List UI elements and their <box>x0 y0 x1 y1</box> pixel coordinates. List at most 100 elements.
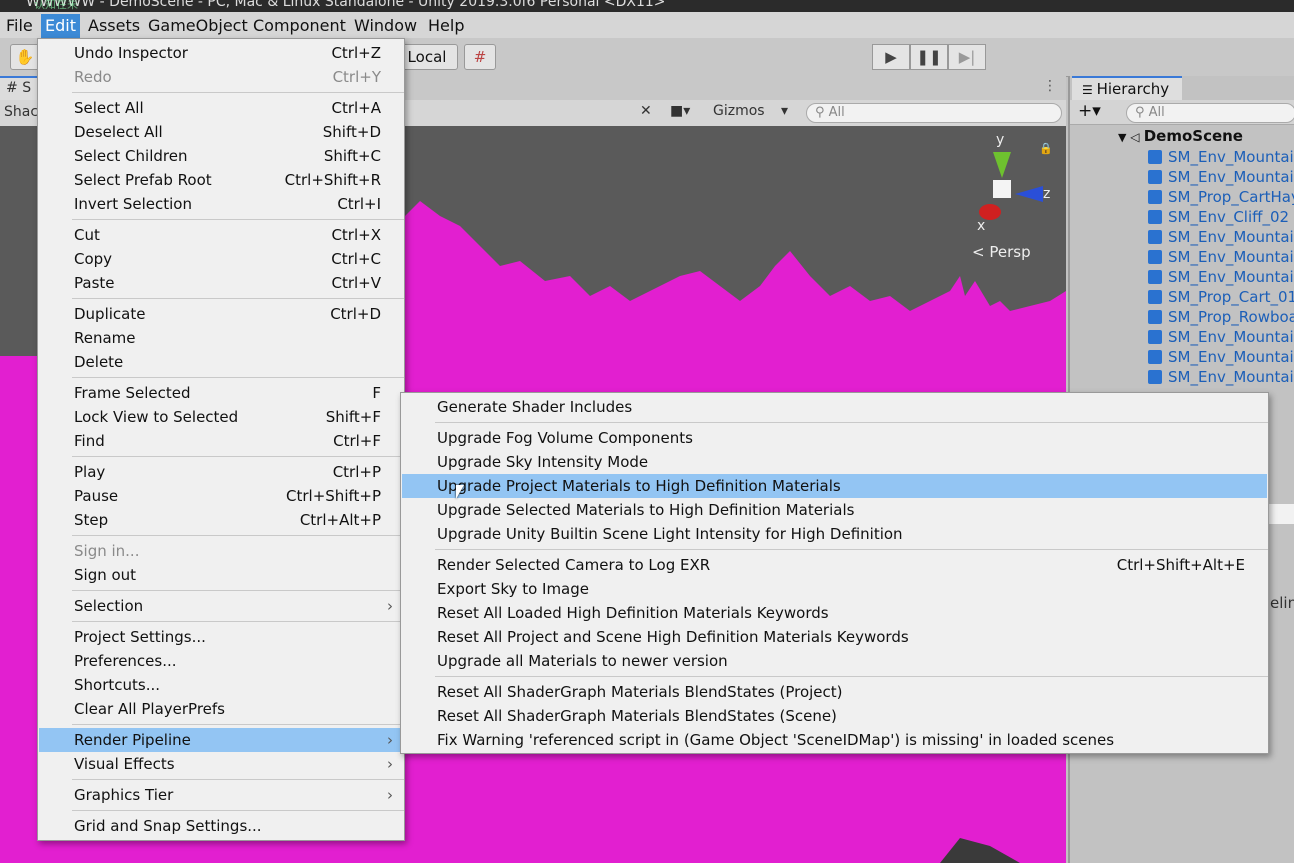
menu-item-upgrade-sky[interactable]: Upgrade Sky Intensity Mode <box>402 450 1267 474</box>
menu-window[interactable]: Window <box>354 16 417 35</box>
menu-item-upgrade-light-intensity[interactable]: Upgrade Unity Builtin Scene Light Intens… <box>402 522 1267 546</box>
menu-item-delete[interactable]: Delete <box>39 350 403 374</box>
menu-item-copy[interactable]: Copy Ctrl+C <box>39 247 403 271</box>
list-item[interactable]: SM_Prop_Cart_01 <box>1148 288 1294 308</box>
cube-icon <box>1148 190 1162 204</box>
menu-item-grid-snap-settings[interactable]: Grid and Snap Settings... <box>39 814 403 838</box>
menu-separator <box>72 219 404 220</box>
menu-assets[interactable]: Assets <box>88 16 140 35</box>
menu-item-cut[interactable]: Cut Ctrl+X <box>39 223 403 247</box>
menu-item-reset-loaded-keywords[interactable]: Reset All Loaded High Definition Materia… <box>402 601 1267 625</box>
list-item[interactable]: SM_Env_Mountain <box>1148 248 1294 268</box>
menu-item-selection[interactable]: Selection › <box>39 594 403 618</box>
menu-item-pause[interactable]: Pause Ctrl+Shift+P <box>39 484 403 508</box>
list-item[interactable]: SM_Env_Cliff_02 <box>1148 208 1289 228</box>
menu-item-invert-selection[interactable]: Invert Selection Ctrl+I <box>39 192 403 216</box>
snap-button[interactable]: # <box>464 44 496 70</box>
menu-item-undo-inspector[interactable]: Undo Inspector Ctrl+Z <box>39 41 403 65</box>
list-item[interactable]: SM_Env_Mountain <box>1148 348 1294 368</box>
menu-item-paste[interactable]: Paste Ctrl+V <box>39 271 403 295</box>
menu-item-render-camera-exr[interactable]: Render Selected Camera to Log EXR Ctrl+Sh… <box>402 553 1267 577</box>
menu-help[interactable]: Help <box>428 16 464 35</box>
list-item-label: SM_Env_Mountain <box>1168 268 1294 286</box>
menu-item-reset-blendstates-project[interactable]: Reset All ShaderGraph Materials BlendSta… <box>402 680 1267 704</box>
center-cube-icon[interactable] <box>993 180 1011 198</box>
cube-icon <box>1148 370 1162 384</box>
camera-icon[interactable]: ■▾ <box>670 103 690 119</box>
gizmos-dropdown[interactable]: Gizmos <box>713 103 765 119</box>
hierarchy-search-input[interactable]: ⚲ All <box>1126 103 1294 123</box>
menu-item-upgrade-all-materials[interactable]: Upgrade all Materials to newer version <box>402 649 1267 673</box>
list-item[interactable]: SM_Env_Mountain <box>1148 148 1294 168</box>
x-axis-cone-icon[interactable] <box>979 204 1001 220</box>
menu-item-reset-project-keywords[interactable]: Reset All Project and Scene High Definit… <box>402 625 1267 649</box>
menu-item-deselect-all[interactable]: Deselect All Shift+D <box>39 120 403 144</box>
orientation-gizmo[interactable]: y z x 🔒 <box>965 132 1055 234</box>
list-item[interactable]: SM_Env_Mountain <box>1148 268 1294 288</box>
chevron-down-icon[interactable]: ▾ <box>781 103 788 119</box>
menu-item-upgrade-selected-materials[interactable]: Upgrade Selected Materials to High Defin… <box>402 498 1267 522</box>
list-item[interactable]: SM_Env_Mountain <box>1148 228 1294 248</box>
menu-separator <box>72 456 404 457</box>
play-button[interactable]: ▶ <box>872 44 910 70</box>
window-title: WWWWW - DemoScene - PC, Mac & Linux Stan… <box>26 0 666 10</box>
hand-tool-button[interactable]: ✋ <box>10 44 40 70</box>
menu-item-fix-warning[interactable]: Fix Warning 'referenced script in (Game … <box>402 728 1267 752</box>
y-axis-cone-icon[interactable] <box>993 152 1011 178</box>
menu-item-select-all[interactable]: Select All Ctrl+A <box>39 96 403 120</box>
menu-item-generate-shader-includes[interactable]: Generate Shader Includes <box>402 395 1267 419</box>
tab-scene[interactable]: # S <box>0 76 40 100</box>
pause-button[interactable]: ❚❚ <box>910 44 948 70</box>
menu-item-step[interactable]: Step Ctrl+Alt+P <box>39 508 403 532</box>
hierarchy-root[interactable]: ▼ ◁ DemoScene <box>1118 127 1243 145</box>
hierarchy-search-placeholder: All <box>1148 105 1165 120</box>
menu-item-duplicate[interactable]: Duplicate Ctrl+D <box>39 302 403 326</box>
menu-item-rename[interactable]: Rename <box>39 326 403 350</box>
partial-label: eline <box>1270 594 1294 612</box>
menu-separator <box>72 724 404 725</box>
pivot-rotation-button[interactable]: Local <box>396 44 458 70</box>
menu-item-play[interactable]: Play Ctrl+P <box>39 460 403 484</box>
menu-edit[interactable]: Edit <box>41 14 80 38</box>
menu-item-graphics-tier[interactable]: Graphics Tier › <box>39 783 403 807</box>
menu-item-sign-out[interactable]: Sign out <box>39 563 403 587</box>
scene-search-input[interactable]: ⚲ All <box>806 103 1062 123</box>
list-item-label: SM_Env_Mountain <box>1168 148 1294 166</box>
menu-component[interactable]: Component <box>253 16 346 35</box>
list-item[interactable]: SM_Env_Mountain <box>1148 168 1294 188</box>
lock-icon[interactable]: 🔒 <box>1039 142 1053 155</box>
projection-label[interactable]: < Persp <box>972 243 1031 261</box>
add-dropdown-button[interactable]: +▾ <box>1078 101 1101 121</box>
menu-file[interactable]: File <box>6 16 33 35</box>
menu-item-lock-view[interactable]: Lock View to Selected Shift+F <box>39 405 403 429</box>
menu-item-project-settings[interactable]: Project Settings... <box>39 625 403 649</box>
more-options-icon[interactable]: ⋮ <box>1043 78 1057 94</box>
menu-item-upgrade-fog[interactable]: Upgrade Fog Volume Components <box>402 426 1267 450</box>
menu-item-shortcuts[interactable]: Shortcuts... <box>39 673 403 697</box>
tools-icon[interactable]: ✕ <box>640 103 652 119</box>
pause-icon: ❚❚ <box>916 48 942 66</box>
menu-item-reset-blendstates-scene[interactable]: Reset All ShaderGraph Materials BlendSta… <box>402 704 1267 728</box>
menu-item-select-children[interactable]: Select Children Shift+C <box>39 144 403 168</box>
menu-item-frame-selected[interactable]: Frame Selected F <box>39 381 403 405</box>
expand-arrow-icon[interactable]: ▼ <box>1118 131 1130 144</box>
list-item[interactable]: SM_Prop_CartHay <box>1148 188 1294 208</box>
menu-gameobject[interactable]: GameObject <box>148 16 248 35</box>
menu-item-visual-effects[interactable]: Visual Effects › <box>39 752 403 776</box>
tab-hierarchy[interactable]: ☰ Hierarchy <box>1072 76 1182 100</box>
menu-item-clear-playerprefs[interactable]: Clear All PlayerPrefs <box>39 697 403 721</box>
menu-item-upgrade-project-materials[interactable]: Upgrade Project Materials to High Defini… <box>402 474 1267 498</box>
z-axis-cone-icon[interactable] <box>1015 186 1043 202</box>
menu-item-find[interactable]: Find Ctrl+F <box>39 429 403 453</box>
menu-item-select-prefab-root[interactable]: Select Prefab Root Ctrl+Shift+R <box>39 168 403 192</box>
step-button[interactable]: ▶| <box>948 44 986 70</box>
menu-item-preferences[interactable]: Preferences... <box>39 649 403 673</box>
menu-separator <box>72 298 404 299</box>
list-item[interactable]: SM_Env_Mountain <box>1148 368 1294 388</box>
menu-item-render-pipeline[interactable]: Render Pipeline › <box>39 728 403 752</box>
list-item[interactable]: SM_Prop_Rowboa <box>1148 308 1294 328</box>
step-icon: ▶| <box>958 48 976 66</box>
shading-mode-dropdown[interactable]: Shac <box>4 104 38 120</box>
list-item[interactable]: SM_Env_Mountain <box>1148 328 1294 348</box>
menu-item-export-sky[interactable]: Export Sky to Image <box>402 577 1267 601</box>
